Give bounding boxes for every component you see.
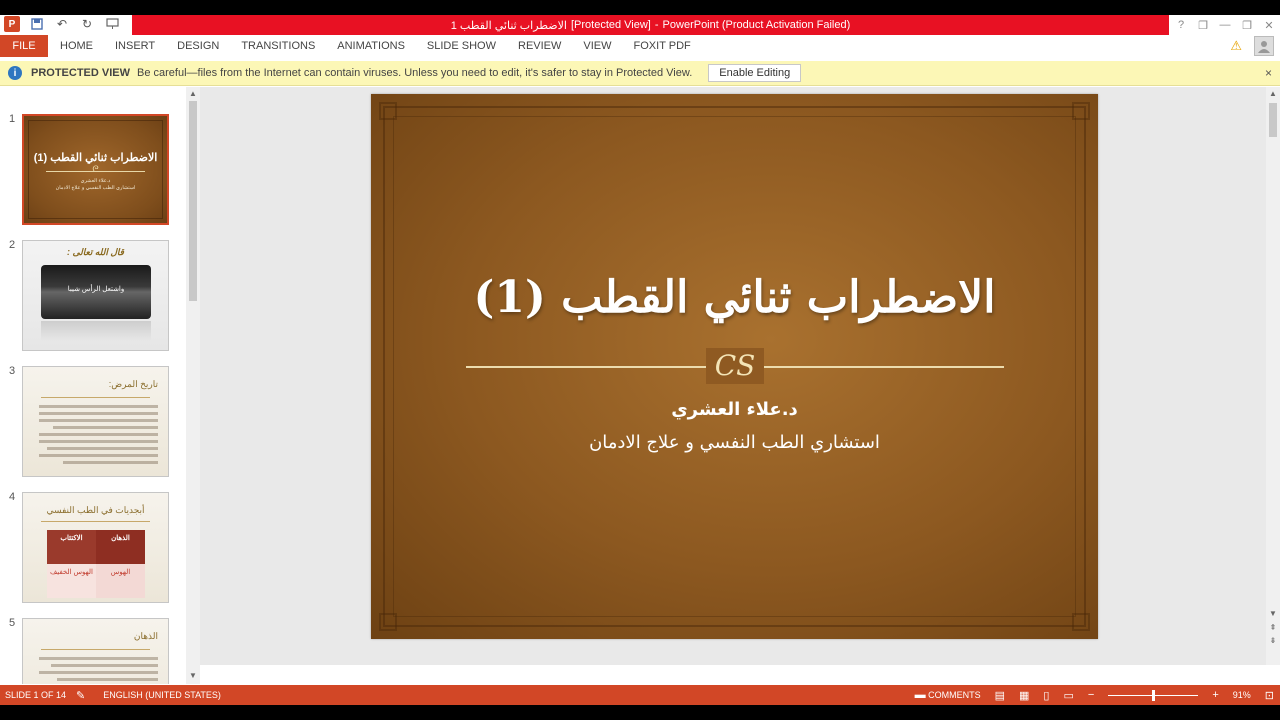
- zoom-slider[interactable]: [1108, 689, 1199, 701]
- slide-subtitle[interactable]: استشاري الطب النفسي و علاج الادمان: [371, 432, 1098, 453]
- slide-thumbnail-3[interactable]: تاريخ المرض:: [22, 366, 169, 477]
- tab-design[interactable]: DESIGN: [166, 40, 230, 52]
- thumbnail-table: الذهان الاكتئاب الهوس الهوس الخفيف: [47, 530, 145, 598]
- present-icon[interactable]: [104, 16, 120, 32]
- ribbon-tabs: FILE HOME INSERT DESIGN TRANSITIONS ANIM…: [0, 35, 1280, 57]
- tab-transitions[interactable]: TRANSITIONS: [230, 40, 326, 52]
- scroll-up-icon[interactable]: ▲: [1266, 89, 1280, 98]
- next-slide-icon[interactable]: ⇟: [1266, 636, 1280, 645]
- save-icon[interactable]: [29, 16, 45, 32]
- slide-sorter-icon[interactable]: ▦: [1019, 689, 1029, 702]
- comment-icon: ▬: [914, 689, 926, 701]
- scroll-down-icon[interactable]: ▼: [1266, 609, 1280, 618]
- thumbnail-title: الاضطراب ثنائي القطب (1): [33, 152, 158, 164]
- thumbnail-role: استشاري الطب النفسي و علاج الادمان: [55, 185, 136, 191]
- thumbnail-title: أبجديات في الطب النفسي: [46, 505, 145, 515]
- thumbnail-number: 3: [9, 365, 16, 377]
- title-bar: P ↶ ↻ الاضطراب ثنائي القطب 1 [Protected …: [0, 15, 1280, 35]
- redo-icon[interactable]: ↻: [79, 16, 95, 32]
- thumbnail-author: د.علاء العشري: [80, 178, 111, 184]
- slide-thumbnail-5[interactable]: الذهان: [22, 618, 169, 684]
- zoom-in-icon[interactable]: +: [1212, 689, 1218, 701]
- powerpoint-logo-icon[interactable]: P: [4, 16, 20, 32]
- protected-view-label: PROTECTED VIEW: [31, 67, 131, 79]
- spellcheck-icon[interactable]: ✎: [76, 689, 85, 702]
- normal-view-icon[interactable]: ▤: [995, 689, 1005, 702]
- scroll-down-icon[interactable]: ▼: [186, 671, 200, 680]
- tab-file[interactable]: FILE: [0, 35, 48, 57]
- view-mode: [Protected View]: [570, 19, 651, 31]
- quick-access-toolbar: P ↶ ↻: [4, 16, 120, 32]
- thumbnail-image-text: واشتعل الرأس شيبا: [67, 286, 125, 293]
- tab-foxit-pdf[interactable]: FOXIT PDF: [623, 40, 702, 52]
- fit-to-window-icon[interactable]: ⊡: [1265, 689, 1274, 702]
- ribbon-display-button[interactable]: ❐: [1192, 15, 1214, 35]
- scrollbar-thumb[interactable]: [1269, 103, 1277, 137]
- previous-slide-icon[interactable]: ⇞: [1266, 623, 1280, 632]
- reading-view-icon[interactable]: ▯: [1043, 689, 1049, 702]
- zoom-level[interactable]: 91%: [1233, 690, 1251, 700]
- document-title: الاضطراب ثنائي القطب 1: [450, 19, 567, 32]
- thumbnails-scrollbar[interactable]: ▲ ▼: [186, 87, 200, 684]
- tab-animations[interactable]: ANIMATIONS: [326, 40, 416, 52]
- protected-view-bar: i PROTECTED VIEW Be careful—files from t…: [0, 61, 1280, 86]
- status-bar: SLIDE 1 OF 14 ✎ ENGLISH (UNITED STATES) …: [0, 685, 1280, 705]
- ornament-icon: ᘓ: [92, 164, 99, 174]
- thumbnail-number: 5: [9, 617, 16, 629]
- thumbnail-title: قال الله تعالى :: [67, 247, 124, 257]
- slide-thumbnail-1[interactable]: الاضطراب ثنائي القطب (1) ᘓ د.علاء العشري…: [22, 114, 169, 225]
- slide-thumbnails-pane: 1 الاضطراب ثنائي القطب (1) ᘓ د.علاء العش…: [0, 87, 200, 684]
- ornament-icon: CS: [706, 348, 764, 384]
- slide-thumbnail-2[interactable]: قال الله تعالى : واشتعل الرأس شيبا: [22, 240, 169, 351]
- zoom-slider-knob[interactable]: [1151, 689, 1155, 701]
- close-icon[interactable]: ×: [1265, 66, 1272, 80]
- powerpoint-window: P ↶ ↻ الاضطراب ثنائي القطب 1 [Protected …: [0, 15, 1280, 705]
- thumbnail-number: 1: [9, 113, 16, 125]
- info-icon: i: [8, 66, 22, 80]
- thumbnail-number: 2: [9, 239, 16, 251]
- window-title: الاضطراب ثنائي القطب 1 [Protected View] …: [132, 15, 1169, 35]
- slide-counter: SLIDE 1 OF 14: [5, 690, 67, 700]
- thumbnail-image: واشتعل الرأس شيبا: [41, 265, 151, 319]
- slide-author[interactable]: د.علاء العشري: [371, 399, 1098, 420]
- language-indicator[interactable]: ENGLISH (UNITED STATES): [103, 690, 221, 700]
- help-button[interactable]: ?: [1170, 15, 1192, 35]
- slideshow-icon[interactable]: ▭: [1063, 689, 1073, 702]
- tab-slide-show[interactable]: SLIDE SHOW: [416, 40, 507, 52]
- undo-icon[interactable]: ↶: [54, 16, 70, 32]
- thumbnail-number: 4: [9, 491, 16, 503]
- slide-title[interactable]: الاضطراب ثنائي القطب (1): [371, 272, 1098, 323]
- comments-button[interactable]: ▬ COMMENTS: [915, 689, 981, 701]
- protected-view-message: Be careful—files from the Internet can c…: [137, 67, 693, 79]
- tab-insert[interactable]: INSERT: [104, 40, 166, 52]
- current-slide[interactable]: الاضطراب ثنائي القطب (1) CS د.علاء العشر…: [371, 94, 1098, 639]
- tab-home[interactable]: HOME: [49, 40, 104, 52]
- close-button[interactable]: ✕: [1258, 15, 1280, 35]
- scroll-up-icon[interactable]: ▲: [186, 89, 200, 98]
- thumbnail-title: تاريخ المرض:: [108, 379, 158, 389]
- app-title: PowerPoint (Product Activation Failed): [662, 19, 851, 31]
- restore-button[interactable]: ❐: [1236, 15, 1258, 35]
- zoom-out-icon[interactable]: −: [1088, 689, 1094, 701]
- minimize-button[interactable]: —: [1214, 15, 1236, 35]
- thumbnail-title: الذهان: [133, 631, 158, 641]
- scrollbar-thumb[interactable]: [189, 101, 197, 301]
- enable-editing-button[interactable]: Enable Editing: [708, 64, 802, 82]
- slide-scrollbar[interactable]: ▲ ▼ ⇞ ⇟: [1266, 87, 1280, 665]
- tab-review[interactable]: REVIEW: [507, 40, 572, 52]
- warning-icon[interactable]: ⚠: [1230, 38, 1242, 54]
- window-controls: ? ❐ — ❐ ✕: [1170, 15, 1280, 35]
- account-avatar[interactable]: [1254, 36, 1274, 56]
- tab-view[interactable]: VIEW: [572, 40, 622, 52]
- slide-thumbnail-4[interactable]: أبجديات في الطب النفسي الذهان الاكتئاب ا…: [22, 492, 169, 603]
